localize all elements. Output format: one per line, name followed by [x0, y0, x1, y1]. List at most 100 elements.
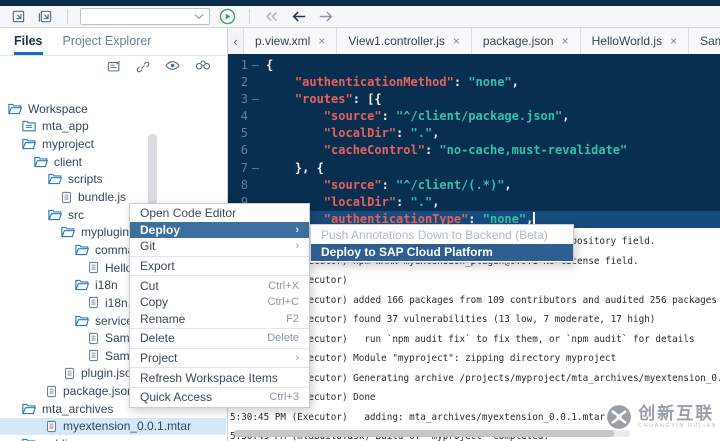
tab-close-icon[interactable]: ×	[562, 34, 569, 48]
submenu-item-deploy-to-sap-cloud-platform[interactable]: Deploy to SAP Cloud Platform	[311, 243, 573, 261]
sidebar-tab-files[interactable]: Files	[14, 28, 43, 55]
editor-tab-view1-controller-js[interactable]: View1.controller.js ×	[337, 28, 472, 54]
line-number: 7	[240, 160, 248, 175]
menu-item-rename[interactable]: Rename F2	[130, 311, 309, 328]
menu-item-export[interactable]: Export	[130, 258, 309, 275]
submenu-item-label: Deploy to SAP Cloud Platform	[321, 245, 493, 260]
menu-shortcut: Ctrl+C	[267, 296, 299, 309]
line-number: 1	[240, 58, 248, 72]
folder-open-icon	[75, 315, 89, 327]
menu-item-copy[interactable]: Copy Ctrl+C	[130, 294, 309, 311]
folder-open-icon	[48, 173, 62, 185]
code-token: "localDir"	[323, 126, 397, 141]
code-text: "authenticationMethod": "none",	[263, 74, 519, 91]
save-button[interactable]	[8, 8, 28, 26]
code-line[interactable]: 1 ‒{	[228, 57, 720, 74]
tree-item-label: myextension_0.0.1.mtar	[63, 419, 192, 434]
menu-shortcut: Ctrl+3	[269, 391, 299, 404]
tree-item[interactable]: mta_app	[0, 118, 226, 136]
folder-open-icon	[75, 244, 89, 256]
tree-item-label: scripts	[68, 172, 103, 187]
collapse-all-button[interactable]	[107, 60, 121, 74]
submenu-item-push-annotations-down-to-backend-beta-[interactable]: Push Annotations Down to Backend (Beta)	[311, 226, 573, 244]
run-configuration-dropdown[interactable]	[80, 8, 210, 25]
menu-item-git[interactable]: Git ›	[130, 238, 309, 255]
editor-tab-bar: ‹ p.view.xml × View1.controller.js × package…	[228, 28, 720, 55]
code-token: :	[381, 177, 397, 192]
menu-item-open-code-editor[interactable]: Open Code Editor	[130, 205, 309, 222]
tree-item[interactable]: client	[0, 153, 226, 171]
folder-open-icon	[22, 138, 36, 150]
folder-open-icon	[8, 103, 22, 115]
menu-item-quick-access[interactable]: Quick Access Ctrl+3	[130, 389, 309, 406]
double-left-arrow-icon	[264, 11, 280, 22]
run-button[interactable]	[217, 8, 237, 26]
editor-tab-package-json[interactable]: package.json ×	[471, 28, 581, 54]
menu-separator	[130, 367, 309, 369]
save-icon	[11, 9, 26, 24]
navigate-forward-button[interactable]	[316, 8, 336, 26]
tree-item[interactable]: Workspace	[0, 100, 226, 118]
code-line[interactable]: 8 "source": "^/client/(.*)",	[228, 177, 720, 194]
navigate-back-button[interactable]	[289, 8, 309, 26]
editor-tab-label: p.view.xml	[255, 34, 311, 48]
search-files-button[interactable]	[195, 60, 211, 74]
code-line[interactable]: 7 ‒ }, {	[228, 160, 720, 177]
line-number: 6	[240, 143, 248, 158]
file-icon	[88, 261, 99, 274]
menu-item-label: Open Code Editor	[140, 206, 237, 221]
tab-scroll-left-button[interactable]: ‹	[228, 28, 244, 54]
tab-close-icon[interactable]: ×	[670, 34, 677, 48]
menu-item-deploy[interactable]: Deploy ›	[130, 221, 309, 239]
editor-tab-helloworld-js[interactable]: HelloWorld.js ×	[580, 28, 690, 54]
menu-separator	[130, 347, 309, 349]
menu-item-cut[interactable]: Cut Ctrl+X	[130, 277, 309, 294]
tree-item-label: src	[68, 207, 84, 222]
code-token: :	[381, 109, 397, 124]
fold-marker-icon[interactable]: ‒	[248, 91, 263, 108]
tree-item[interactable]: scripts	[0, 171, 226, 189]
tree-item[interactable]: myextension_0.0.1.mtar	[0, 417, 226, 436]
code-token: "none"	[468, 75, 512, 90]
console-hscrollbar[interactable]	[234, 430, 630, 437]
fold-marker-icon[interactable]: ‒	[248, 160, 263, 177]
fold-marker-icon[interactable]: ‒	[248, 57, 263, 74]
tab-close-icon[interactable]: ×	[453, 34, 460, 48]
line-number: 2	[240, 75, 248, 90]
menu-item-project[interactable]: Project ›	[130, 350, 309, 367]
menu-item-refresh-workspace-items[interactable]: Refresh Workspace Items	[130, 369, 309, 386]
tree-item[interactable]: myproject	[0, 135, 226, 153]
code-line[interactable]: 3 ‒ "routes": [{	[228, 91, 720, 108]
tree-item-label: myplugin	[81, 225, 130, 240]
menu-item-label: Git	[140, 239, 156, 254]
menu-shortcut: Delete	[267, 332, 299, 345]
save-all-button[interactable]	[35, 8, 55, 26]
tree-item-label: i18n	[95, 278, 118, 293]
navigate-back-all-button[interactable]	[262, 8, 282, 26]
submenu-arrow-icon: ›	[295, 223, 299, 236]
editor-tab-p-view-xml[interactable]: p.view.xml ×	[244, 28, 338, 54]
code-token: "no-cache,must-revalidate"	[439, 143, 628, 158]
sidebar-tab-project-explorer[interactable]: Project Explorer	[63, 28, 152, 55]
menu-item-label: Project	[140, 351, 178, 366]
right-arrow-icon	[318, 11, 334, 22]
tree-item-label: mta_archives	[42, 401, 114, 416]
main-toolbar	[0, 6, 720, 28]
show-hidden-files-button[interactable]	[165, 60, 180, 74]
menu-item-delete[interactable]: Delete Delete	[130, 330, 309, 347]
link-editor-button[interactable]	[136, 60, 150, 74]
code-line[interactable]: 4 "source": "^/client/package.json",	[228, 108, 720, 125]
code-token: "routes"	[294, 92, 353, 107]
code-line[interactable]: 2 "authenticationMethod": "none",	[228, 74, 720, 91]
code-token: ,	[562, 109, 570, 124]
code-line[interactable]: 5 "localDir": ".",	[228, 125, 720, 142]
editor-tab-label: Sample.js	[700, 34, 720, 48]
console-hscrollbar-thumb[interactable]	[234, 430, 615, 437]
editor-tab-sample-js[interactable]: Sample.js×	[689, 28, 720, 54]
code-line[interactable]: 6 "cacheControl": "no-cache,must-revalid…	[228, 142, 720, 159]
code-editor[interactable]: 1 ‒{2 "authenticationMethod": "none", 3 ‒ "…	[228, 54, 720, 228]
tab-close-icon[interactable]: ×	[318, 34, 325, 48]
context-menu: Open Code Editor Deploy › Git › Export Cut Ctrl…	[129, 203, 310, 408]
tree-item[interactable]: public	[0, 435, 226, 441]
